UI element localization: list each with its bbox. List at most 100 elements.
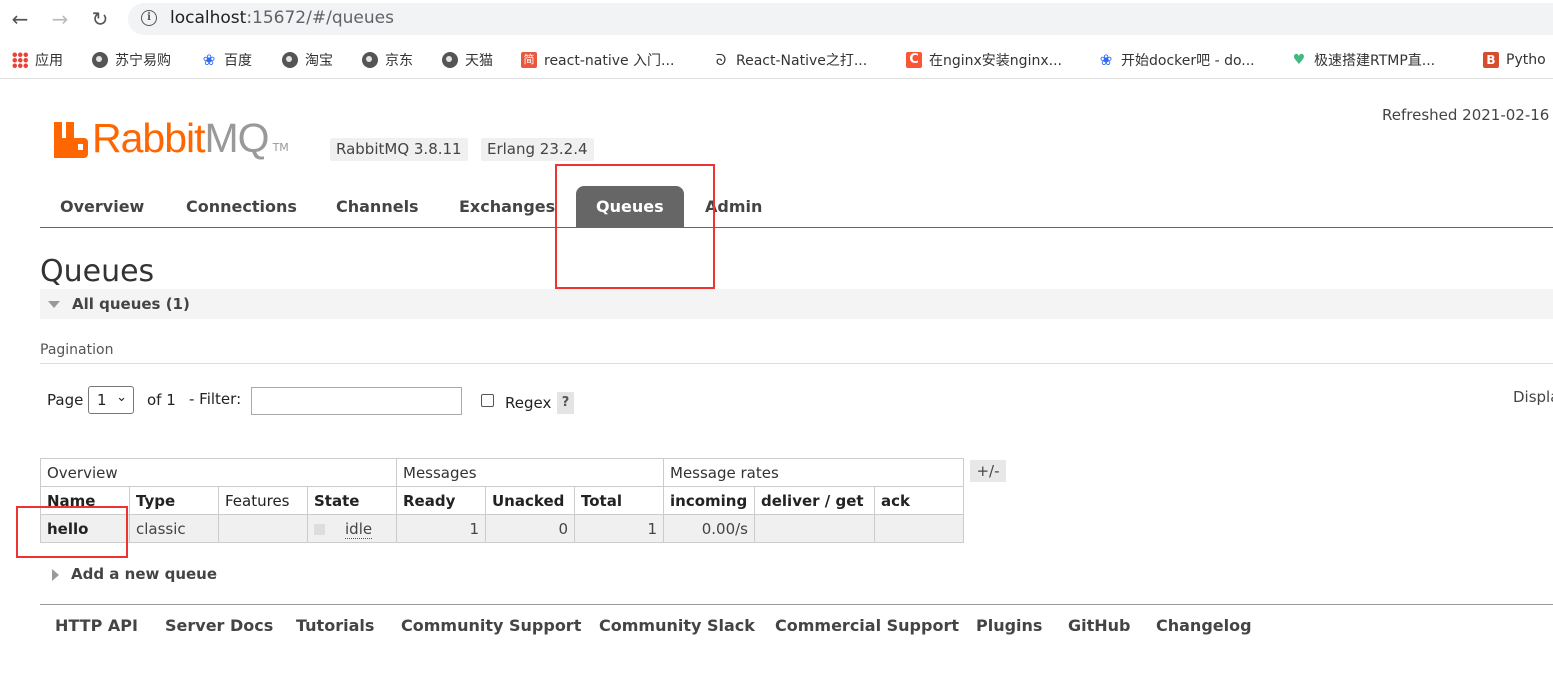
globe-icon bbox=[362, 52, 378, 68]
regex-label: Regex bbox=[505, 394, 552, 412]
chevron-down-icon: ⌄ bbox=[116, 390, 127, 405]
footer-link-community-support[interactable]: Community Support bbox=[401, 616, 581, 635]
globe-icon bbox=[92, 52, 108, 68]
queue-features bbox=[218, 514, 308, 543]
footer-link-commercial-support[interactable]: Commercial Support bbox=[775, 616, 959, 635]
rabbitmq-logo[interactable]: RabbitMQ TM bbox=[54, 114, 289, 161]
footer-link-http-api[interactable]: HTTP API bbox=[55, 616, 138, 635]
address-bar[interactable]: i localhost:15672/#/queues bbox=[128, 3, 1553, 35]
bookmark-python[interactable]: B Pytho bbox=[1483, 49, 1546, 71]
pagination-label: Pagination bbox=[40, 342, 114, 358]
bookmark-label: 在nginx安装nginx... bbox=[929, 53, 1062, 69]
add-queue-label: Add a new queue bbox=[71, 565, 218, 583]
bookmark-nginx[interactable]: C 在nginx安装nginx... bbox=[906, 49, 1062, 71]
footer-divider bbox=[40, 604, 1553, 605]
b-logo-icon: B bbox=[1483, 52, 1499, 68]
rabbitmq-version: RabbitMQ 3.8.11 bbox=[330, 138, 468, 161]
footer-link-community-slack[interactable]: Community Slack bbox=[599, 616, 755, 635]
apps-grid-icon bbox=[12, 52, 28, 68]
footer-link-github[interactable]: GitHub bbox=[1068, 616, 1131, 635]
column-header-incoming[interactable]: incoming bbox=[663, 486, 755, 515]
tab-channels[interactable]: Channels bbox=[336, 186, 419, 227]
tab-exchanges[interactable]: Exchanges bbox=[459, 186, 555, 227]
bookmark-rtmp[interactable]: ♥ 极速搭建RTMP直... bbox=[1291, 49, 1435, 71]
page-select-value: 1 bbox=[97, 391, 107, 409]
main-nav-tabs: Overview Connections Channels Exchanges … bbox=[40, 186, 1553, 228]
tab-connections[interactable]: Connections bbox=[186, 186, 297, 227]
queue-state-label: idle bbox=[345, 519, 373, 539]
footer-link-plugins[interactable]: Plugins bbox=[976, 616, 1042, 635]
group-header-message-rates: Message rates bbox=[663, 458, 964, 487]
group-header-overview: Overview bbox=[40, 458, 397, 487]
erlang-version: Erlang 23.2.4 bbox=[481, 138, 594, 161]
bookmark-label: 天猫 bbox=[465, 53, 493, 69]
highlight-box-hello-queue bbox=[16, 506, 128, 558]
address-url[interactable]: localhost:15672/#/queues bbox=[170, 8, 394, 28]
bookmark-apps[interactable]: 应用 bbox=[12, 49, 63, 71]
column-header-ready[interactable]: Ready bbox=[396, 486, 486, 515]
regex-help-button[interactable]: ? bbox=[557, 392, 574, 414]
table-row: hello classic idle 1 0 1 0.00/s bbox=[40, 514, 964, 543]
logo-rabbit: Rabbit bbox=[92, 115, 206, 161]
bookmark-label: 苏宁易购 bbox=[115, 53, 171, 69]
page-count: of 1 bbox=[147, 391, 176, 409]
bookmark-label: react-native 入门... bbox=[544, 53, 675, 69]
filter-input[interactable] bbox=[251, 387, 462, 415]
reload-icon[interactable]: ↻ bbox=[88, 7, 112, 31]
logo-wordmark: RabbitMQ bbox=[92, 115, 270, 161]
footer-link-server-docs[interactable]: Server Docs bbox=[165, 616, 273, 635]
footer-link-changelog[interactable]: Changelog bbox=[1156, 616, 1252, 635]
queue-incoming-rate: 0.00/s bbox=[663, 514, 755, 543]
queue-total: 1 bbox=[574, 514, 664, 543]
bookmarks-bar: 应用 苏宁易购 ❀ 百度 淘宝 京东 天猫 简 react-native 入门...… bbox=[0, 42, 1553, 79]
column-header-type[interactable]: Type bbox=[129, 486, 219, 515]
back-arrow-icon[interactable]: ← bbox=[8, 7, 32, 31]
baidu-paw-icon: ❀ bbox=[1099, 51, 1113, 69]
page-select[interactable]: 1 ⌄ bbox=[88, 386, 134, 414]
collapse-triangle-icon bbox=[48, 301, 60, 308]
state-indicator-icon bbox=[314, 523, 325, 535]
bookmark-taobao[interactable]: 淘宝 bbox=[282, 49, 333, 71]
column-header-deliver-get[interactable]: deliver / get bbox=[754, 486, 875, 515]
queue-unacked: 0 bbox=[485, 514, 575, 543]
footer-link-tutorials[interactable]: Tutorials bbox=[296, 616, 374, 635]
forward-arrow-icon[interactable]: → bbox=[48, 7, 72, 31]
column-header-total[interactable]: Total bbox=[574, 486, 664, 515]
tab-overview[interactable]: Overview bbox=[60, 186, 144, 227]
column-header-unacked[interactable]: Unacked bbox=[485, 486, 575, 515]
globe-icon bbox=[282, 52, 298, 68]
section-title: All queues (1) bbox=[72, 295, 190, 313]
column-header-ack[interactable]: ack bbox=[874, 486, 964, 515]
column-header-state[interactable]: State bbox=[307, 486, 397, 515]
page-title: Queues bbox=[40, 254, 155, 289]
site-info-icon[interactable]: i bbox=[141, 10, 157, 26]
bookmark-jd[interactable]: 京东 bbox=[362, 49, 413, 71]
logo-trademark: TM bbox=[272, 141, 289, 154]
bookmark-label: 极速搭建RTMP直... bbox=[1314, 53, 1436, 69]
pagination-divider bbox=[40, 363, 1553, 364]
bookmark-label: 应用 bbox=[35, 53, 63, 69]
bookmark-react-native-2[interactable]: ᘐ React-Native之打... bbox=[713, 49, 868, 71]
bookmark-react-native[interactable]: 简 react-native 入门... bbox=[521, 49, 674, 71]
bookmark-label: 百度 bbox=[224, 53, 252, 69]
queue-state: idle bbox=[307, 514, 397, 543]
page-label: Page bbox=[47, 391, 84, 409]
all-queues-section-toggle[interactable]: All queues (1) bbox=[40, 289, 1553, 319]
bookmark-baidu[interactable]: ❀ 百度 bbox=[201, 49, 252, 71]
regex-checkbox[interactable] bbox=[481, 394, 494, 407]
toggle-columns-button[interactable]: +/- bbox=[970, 460, 1006, 482]
bookmark-label: React-Native之打... bbox=[736, 53, 868, 69]
refreshed-timestamp: Refreshed 2021-02-16 bbox=[1382, 106, 1550, 124]
bookmark-suning[interactable]: 苏宁易购 bbox=[92, 49, 171, 71]
add-queue-toggle[interactable]: Add a new queue bbox=[52, 565, 217, 583]
queue-ack-rate bbox=[874, 514, 964, 543]
expand-triangle-icon bbox=[52, 568, 59, 581]
bookmark-label: 开始docker吧 - do... bbox=[1121, 53, 1255, 69]
queue-deliver-get-rate bbox=[754, 514, 875, 543]
bookmark-docker[interactable]: ❀ 开始docker吧 - do... bbox=[1098, 49, 1255, 71]
bookmark-tmall[interactable]: 天猫 bbox=[442, 49, 493, 71]
leaf-icon: ♥ bbox=[1292, 52, 1306, 68]
bookmark-label: 京东 bbox=[385, 53, 413, 69]
jianshu-icon: 简 bbox=[521, 52, 537, 68]
queue-type: classic bbox=[129, 514, 219, 543]
